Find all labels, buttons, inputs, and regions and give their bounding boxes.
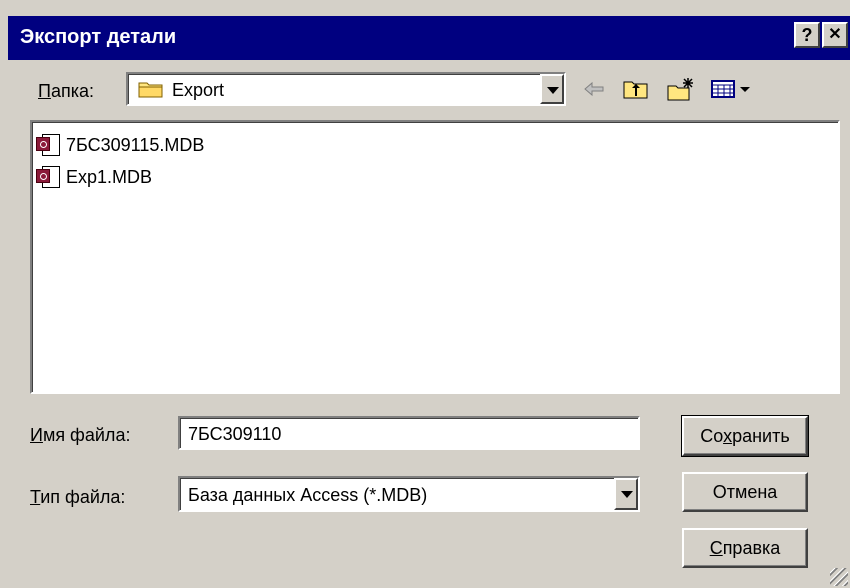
close-button[interactable]: ✕	[822, 22, 848, 48]
save-button[interactable]: Сохранить	[681, 415, 809, 457]
filename-label: Имя файла:	[30, 425, 131, 445]
filename-value: 7БС309110	[188, 424, 282, 444]
up-folder-icon[interactable]	[622, 76, 650, 102]
list-item[interactable]: 7БС309115.MDB	[36, 132, 204, 158]
file-name: 7БС309115.MDB	[66, 134, 205, 155]
new-folder-icon[interactable]	[666, 76, 696, 102]
list-item[interactable]: Exp1.MDB	[36, 164, 152, 190]
view-menu-icon[interactable]	[710, 76, 756, 102]
window-title: Экспорт детали	[20, 26, 177, 48]
folder-dropdown-button[interactable]	[540, 74, 564, 104]
access-database-file-icon	[36, 165, 62, 189]
folder-label: Папка:	[38, 81, 94, 101]
help-button[interactable]: Справка	[682, 528, 808, 568]
filetype-label: Тип файла:	[30, 487, 126, 507]
folder-dropdown[interactable]: Export	[126, 72, 566, 106]
export-dialog: Экспорт детали ? ✕ Папка: Export 7БС3091…	[0, 0, 850, 588]
cancel-button[interactable]: Отмена	[682, 472, 808, 512]
filename-input[interactable]: 7БС309110	[178, 416, 640, 450]
title-bar[interactable]: Экспорт детали ? ✕	[8, 16, 850, 60]
access-database-file-icon	[36, 133, 62, 157]
resize-grip[interactable]	[830, 568, 848, 586]
back-arrow-icon[interactable]	[582, 76, 606, 102]
folder-icon	[138, 80, 164, 98]
file-list[interactable]: 7БС309115.MDB Exp1.MDB	[30, 120, 840, 394]
file-name: Exp1.MDB	[66, 166, 153, 187]
filetype-value: База данных Access (*.MDB)	[188, 485, 428, 505]
filetype-dropdown-button[interactable]	[614, 478, 638, 510]
help-title-button[interactable]: ?	[794, 22, 820, 48]
filetype-dropdown[interactable]: База данных Access (*.MDB)	[178, 476, 640, 512]
folder-value: Export	[172, 80, 225, 100]
